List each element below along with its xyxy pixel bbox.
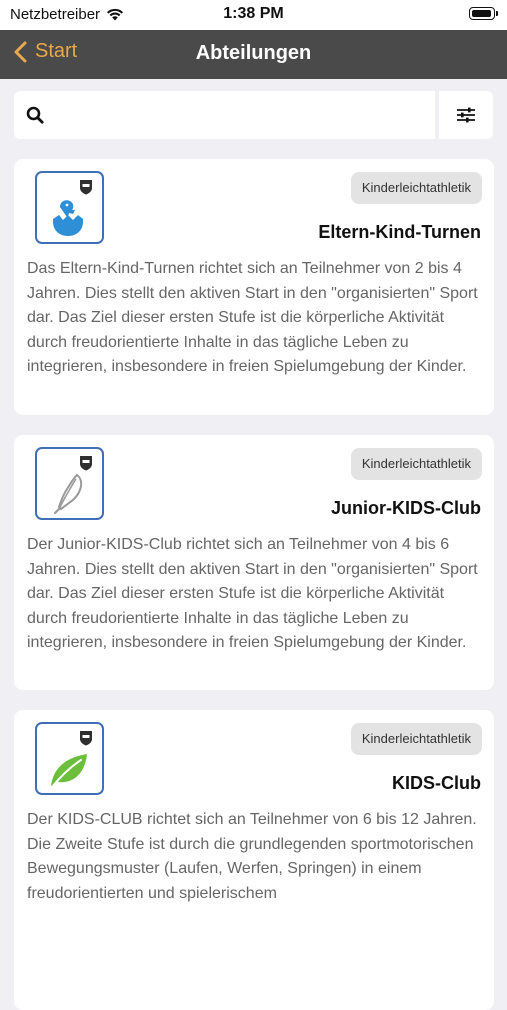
status-time: 1:38 PM <box>223 5 284 22</box>
department-card-junior-kids-club[interactable]: Kinderleichtathletik Junior-KIDS-Club De… <box>14 435 494 690</box>
leaf-icon <box>51 754 87 787</box>
category-badge: Kinderleichtathletik <box>350 448 482 480</box>
back-label: Start <box>35 40 78 62</box>
filter-button[interactable] <box>439 91 493 139</box>
club-shield-icon <box>80 731 92 746</box>
category-badge: Kinderleichtathletik <box>350 172 482 204</box>
navigation-bar: Start Abteilungen <box>0 30 507 79</box>
club-shield-icon <box>80 456 92 471</box>
search-input[interactable] <box>54 91 435 139</box>
back-button[interactable]: Start <box>14 40 77 63</box>
status-bar: Netzbetreiber 1:38 PM <box>0 0 507 30</box>
department-description: Der KIDS-CLUB richtet sich an Teilnehmer… <box>27 811 477 902</box>
battery-icon <box>469 7 498 20</box>
department-title: Eltern-Kind-Turnen <box>318 222 481 242</box>
club-shield-icon <box>80 180 92 195</box>
feather-icon <box>53 473 83 515</box>
department-logo <box>35 447 104 520</box>
chevron-left-icon <box>14 41 27 62</box>
department-card-eltern-kind-turnen[interactable]: Kinderleichtathletik Eltern-Kind-Turnen … <box>14 159 494 415</box>
department-logo <box>35 171 104 244</box>
search-bar <box>14 91 493 139</box>
department-description: Der Junior-KIDS-Club richtet sich an Tei… <box>27 536 478 651</box>
department-title: KIDS-Club <box>392 773 481 793</box>
sliders-icon <box>457 107 475 123</box>
department-logo <box>35 722 104 795</box>
search-icon <box>26 106 44 124</box>
department-description: Das Eltern-Kind-Turnen richtet sich an T… <box>27 260 478 375</box>
category-badge: Kinderleichtathletik <box>350 723 482 755</box>
search-field[interactable] <box>14 91 435 139</box>
department-title: Junior-KIDS-Club <box>331 498 481 518</box>
dino-egg-icon <box>52 200 84 236</box>
department-card-kids-club[interactable]: Kinderleichtathletik KIDS-Club Der KIDS-… <box>14 710 494 1010</box>
